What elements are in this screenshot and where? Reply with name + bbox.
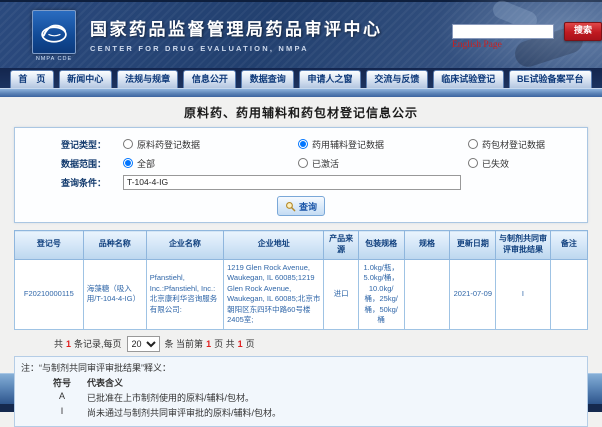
nav-tab-news[interactable]: 新闻中心 xyxy=(59,70,112,88)
logo-caption: NMPA CDE xyxy=(30,56,78,62)
radio-option-packaging-data[interactable]: 药包材登记数据 xyxy=(468,138,545,151)
english-page-link[interactable]: English Page xyxy=(452,40,502,50)
pagination-text: 条记录,每页 xyxy=(74,337,122,350)
logo-emblem-icon xyxy=(32,10,76,54)
cell-reg-no: F20210000115 xyxy=(15,259,84,329)
radio-packaging-data[interactable] xyxy=(468,139,478,149)
cell-company-address: 1219 Glen Rock Avenue, Waukegan, IL 6008… xyxy=(224,259,324,329)
legend-header-row: 符号 代表含义 xyxy=(21,376,581,389)
reg-type-row: 登记类型： 原料药登记数据 药用辅料登记数据 药包材登记数据 xyxy=(15,136,587,152)
col-header-spec: 规格 xyxy=(404,231,450,260)
nav-bottom-strip xyxy=(0,88,602,97)
results-table: 登记号 品种名称 企业名称 企业地址 产品来源 包装规格 规格 更新日期 与制剂… xyxy=(14,230,588,330)
col-header-update-date: 更新日期 xyxy=(450,231,496,260)
swan-emblem-icon xyxy=(37,15,71,49)
legend-meaning-header: 代表含义 xyxy=(87,376,123,389)
main-navigation: 首 页 新闻中心 法规与规章 信息公开 数据查询 申请人之窗 交流与反馈 临床试… xyxy=(0,68,602,88)
col-header-company-name: 企业名称 xyxy=(146,231,223,260)
legend-title: 注：“与制剂共同审评审批结果”释义： xyxy=(21,361,581,374)
query-condition-label: 查询条件： xyxy=(61,176,123,189)
pagination-text: 共 xyxy=(54,337,63,350)
reg-type-label: 登记类型： xyxy=(61,138,123,151)
radio-api-data[interactable] xyxy=(123,139,133,149)
radio-option-active[interactable]: 已激活 xyxy=(298,157,468,170)
site-header: NMPA CDE 国家药品监督管理局药品审评中心 CENTER FOR DRUG… xyxy=(0,0,602,68)
pagination-text: 页 xyxy=(246,337,255,350)
site-title-chinese: 国家药品监督管理局药品审评中心 xyxy=(90,15,383,40)
nav-tab-applicant[interactable]: 申请人之窗 xyxy=(299,70,361,88)
cell-review-result: I xyxy=(496,259,550,329)
nav-tab-feedback[interactable]: 交流与反馈 xyxy=(366,70,428,88)
pagination-text: 条 当前第 xyxy=(165,337,204,350)
cell-spec xyxy=(404,259,450,329)
nav-tab-home[interactable]: 首 页 xyxy=(10,70,54,88)
col-header-company-address: 企业地址 xyxy=(224,231,324,260)
radio-option-invalid[interactable]: 已失效 xyxy=(468,157,509,170)
cell-product-name: 海藻糖（吸入用/T-104-4-IG） xyxy=(83,259,146,329)
data-scope-row: 数据范围： 全部 已激活 已失效 xyxy=(15,155,587,171)
radio-option-excipient-data[interactable]: 药用辅料登记数据 xyxy=(298,138,468,151)
cell-product-source: 进口 xyxy=(324,259,358,329)
nav-tab-data-query[interactable]: 数据查询 xyxy=(241,70,294,88)
col-header-remark: 备注 xyxy=(550,231,587,260)
site-search-input[interactable] xyxy=(452,24,554,39)
legend-note-box: 注：“与制剂共同审评审批结果”释义： 符号 代表含义 A 已批准在上市制剂使用的… xyxy=(14,356,588,427)
page-size-select[interactable]: 20 xyxy=(127,336,160,352)
main-content: 原料药、药用辅料和药包材登记信息公示 登记类型： 原料药登记数据 药用辅料登记数… xyxy=(0,97,602,373)
cell-company-name: Pfanstiehl, Inc.:Pfanstiehl, Inc.:北京康利华咨… xyxy=(146,259,223,329)
radio-all[interactable] xyxy=(123,158,133,168)
query-condition-row: 查询条件： xyxy=(15,174,587,190)
current-page-number: 1 xyxy=(206,339,211,349)
query-button-label: 查询 xyxy=(299,200,317,213)
data-scope-label: 数据范围： xyxy=(61,157,123,170)
legend-item-a: A 已批准在上市制剂使用的原料/辅料/包材。 xyxy=(21,391,581,404)
table-row: F20210000115 海藻糖（吸入用/T-104-4-IG） Pfansti… xyxy=(15,259,588,329)
radio-active[interactable] xyxy=(298,158,308,168)
radio-label: 药包材登记数据 xyxy=(482,138,545,151)
radio-excipient-data[interactable] xyxy=(298,139,308,149)
col-header-review-result: 与制剂共同审评审批结果 xyxy=(496,231,550,260)
radio-option-api-data[interactable]: 原料药登记数据 xyxy=(123,138,298,151)
legend-symbol: A xyxy=(47,391,77,404)
total-pages-count: 1 xyxy=(238,339,243,349)
radio-label: 原料药登记数据 xyxy=(137,138,200,151)
nmpa-cde-logo[interactable]: NMPA CDE xyxy=(30,10,78,62)
radio-label: 药用辅料登记数据 xyxy=(312,138,384,151)
top-border-line xyxy=(0,0,602,2)
site-titles: 国家药品监督管理局药品审评中心 CENTER FOR DRUG EVALUATI… xyxy=(90,15,383,53)
total-records-count: 1 xyxy=(66,339,71,349)
cell-package-spec: 1.0kg/瓶，5.0kg/桶，10.0kg/桶，25kg/桶，50kg/桶 xyxy=(358,259,404,329)
legend-meaning: 已批准在上市制剂使用的原料/辅料/包材。 xyxy=(87,391,254,404)
nav-tab-be-platform[interactable]: BE试验备案平台 xyxy=(509,70,592,88)
col-header-reg-no: 登记号 xyxy=(15,231,84,260)
nav-tab-regulations[interactable]: 法规与规章 xyxy=(117,70,179,88)
radio-label: 已失效 xyxy=(482,157,509,170)
nav-tab-clinical-trial[interactable]: 临床试验登记 xyxy=(433,70,504,88)
legend-symbol-header: 符号 xyxy=(47,376,77,389)
site-search-button[interactable]: 搜索 xyxy=(564,22,602,41)
cell-remark xyxy=(550,259,587,329)
col-header-product-source: 产品来源 xyxy=(324,231,358,260)
cell-update-date: 2021-07-09 xyxy=(450,259,496,329)
query-button-row: 查询 xyxy=(15,196,587,216)
pagination-text: 页 共 xyxy=(214,337,235,350)
nav-tab-disclosure[interactable]: 信息公开 xyxy=(183,70,236,88)
radio-label: 已激活 xyxy=(312,157,339,170)
table-header-row: 登记号 品种名称 企业名称 企业地址 产品来源 包装规格 规格 更新日期 与制剂… xyxy=(15,231,588,260)
magnifier-icon xyxy=(285,201,296,212)
pagination-bar: 共 1 条记录,每页 20 条 当前第 1 页 共 1 页 xyxy=(54,336,588,352)
header-search-area: 搜索 xyxy=(452,22,602,41)
query-submit-button[interactable]: 查询 xyxy=(277,196,325,216)
radio-label: 全部 xyxy=(137,157,155,170)
col-header-product-name: 品种名称 xyxy=(83,231,146,260)
query-condition-input[interactable] xyxy=(123,175,461,190)
radio-invalid[interactable] xyxy=(468,158,478,168)
col-header-package-spec: 包装规格 xyxy=(358,231,404,260)
site-title-english: CENTER FOR DRUG EVALUATION, NMPA xyxy=(90,44,383,53)
query-form: 登记类型： 原料药登记数据 药用辅料登记数据 药包材登记数据 数据范围： 全部 xyxy=(14,127,588,223)
radio-option-all[interactable]: 全部 xyxy=(123,157,298,170)
page-title: 原料药、药用辅料和药包材登记信息公示 xyxy=(0,97,602,121)
